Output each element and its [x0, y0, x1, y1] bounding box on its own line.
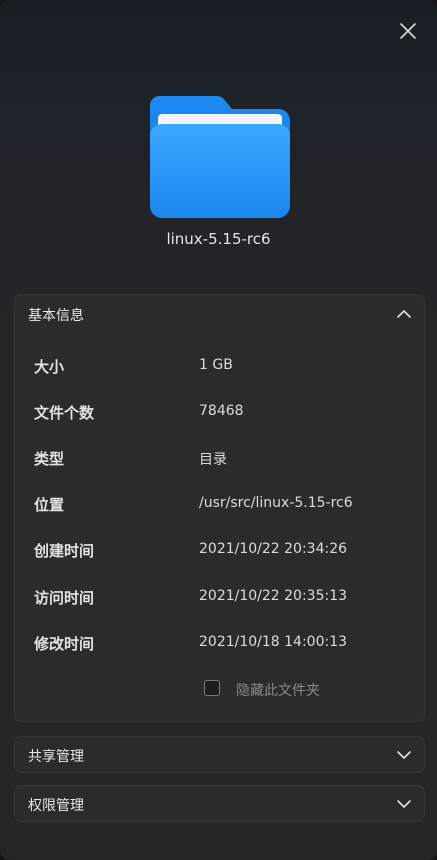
close-icon [400, 23, 416, 39]
info-row-size: 大小 1 GB [15, 356, 424, 380]
share-header[interactable]: 共享管理 [15, 737, 424, 775]
basic-info-panel: 基本信息 大小 1 GB 文件个数 78468 类型 目录 位置 /usr/sr… [14, 294, 425, 722]
share-panel: 共享管理 [14, 736, 425, 773]
folder-icon [150, 96, 290, 218]
info-row-modified: 修改时间 2021/10/18 14:00:13 [15, 633, 424, 657]
permissions-title: 权限管理 [28, 798, 84, 814]
close-button[interactable] [397, 20, 419, 42]
info-key: 位置 [34, 496, 65, 514]
info-value: /usr/src/linux-5.15-rc6 [199, 495, 353, 511]
info-value: 1 GB [199, 357, 233, 373]
file-name: linux-5.15-rc6 [166, 230, 271, 248]
info-value: 2021/10/18 14:00:13 [199, 634, 348, 650]
share-title: 共享管理 [28, 749, 84, 765]
info-value: 2021/10/22 20:34:26 [199, 541, 348, 557]
info-row-accessed: 访问时间 2021/10/22 20:35:13 [15, 587, 424, 611]
properties-dialog: linux-5.15-rc6 基本信息 大小 1 GB 文件个数 78468 类… [0, 0, 437, 860]
permissions-panel: 权限管理 [14, 785, 425, 822]
info-key: 大小 [34, 358, 65, 376]
hide-folder-label: 隐藏此文件夹 [236, 683, 320, 699]
info-key: 访问时间 [34, 589, 95, 607]
info-value: 目录 [199, 452, 227, 468]
chevron-down-icon [397, 800, 411, 808]
info-row-location: 位置 /usr/src/linux-5.15-rc6 [15, 494, 424, 518]
chevron-down-icon [397, 751, 411, 759]
permissions-header[interactable]: 权限管理 [15, 786, 424, 824]
info-row-created: 创建时间 2021/10/22 20:34:26 [15, 540, 424, 564]
info-value: 2021/10/22 20:35:13 [199, 588, 348, 604]
info-value: 78468 [199, 403, 244, 419]
info-row-type: 类型 目录 [15, 448, 424, 472]
basic-info-header[interactable]: 基本信息 [15, 295, 424, 333]
info-key: 文件个数 [34, 404, 95, 422]
hide-folder-checkbox[interactable] [204, 680, 220, 696]
info-key: 修改时间 [34, 635, 95, 653]
info-key: 类型 [34, 450, 65, 468]
chevron-up-icon [397, 310, 411, 318]
info-key: 创建时间 [34, 542, 95, 560]
info-row-file-count: 文件个数 78468 [15, 402, 424, 426]
basic-info-title: 基本信息 [28, 308, 84, 324]
